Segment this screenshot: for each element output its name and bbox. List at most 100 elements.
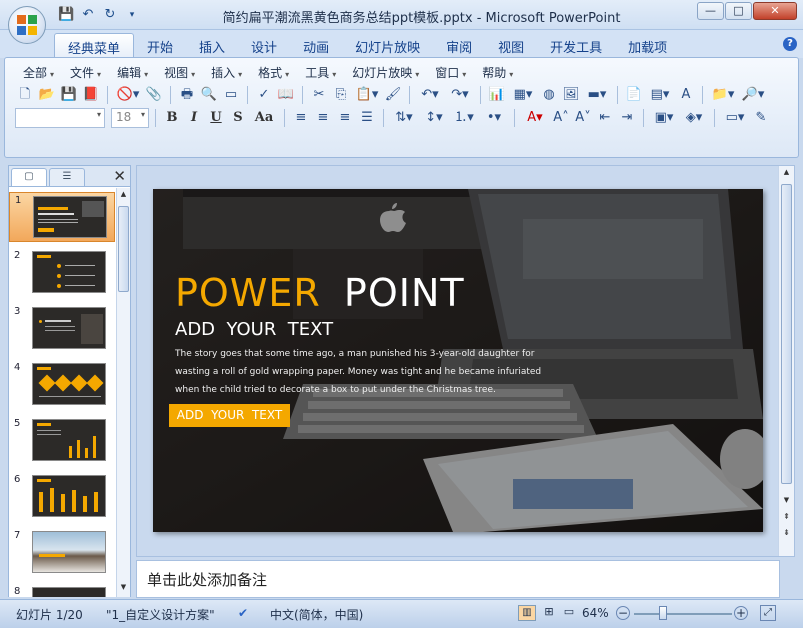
text-direction-icon[interactable]: ⇅▾	[390, 108, 418, 128]
bullets-icon[interactable]: •▾	[480, 108, 508, 128]
slide-scrollbar[interactable]: ▲ ▼ ⇞ ⇟	[778, 166, 794, 556]
next-slide-icon[interactable]: ⇟	[781, 528, 792, 542]
numbering-icon[interactable]: ⒈▾	[450, 108, 478, 128]
tab-animations[interactable]: 动画	[290, 33, 342, 58]
menu-slide-show[interactable]: 幻灯片放映 ▾	[344, 62, 427, 83]
tab-slide-show[interactable]: 幻灯片放映	[342, 33, 433, 58]
zoom-in-icon[interactable]: +	[734, 606, 748, 620]
print-icon[interactable]: 🖶	[177, 85, 197, 105]
tab-review[interactable]: 审阅	[433, 33, 485, 58]
zoom-level[interactable]: 64%	[582, 606, 609, 620]
quick-styles-icon[interactable]: ◈▾	[680, 108, 708, 128]
justify-icon[interactable]: ☰	[357, 108, 377, 128]
tab-classic-menu[interactable]: 经典菜单	[54, 33, 135, 58]
maximize-button[interactable]: □	[725, 2, 752, 20]
arrange-icon[interactable]: ▣▾	[650, 108, 678, 128]
slide-thumbnail[interactable]: 7	[9, 528, 115, 578]
tab-design[interactable]: 设计	[238, 33, 290, 58]
redo-icon[interactable]: ↷▾	[446, 85, 474, 105]
menu-window[interactable]: 窗口 ▾	[427, 62, 474, 83]
slide-thumbnail[interactable]: 4	[9, 360, 115, 410]
menu-view[interactable]: 视图 ▾	[156, 62, 203, 83]
table-icon[interactable]: ▦▾	[509, 85, 537, 105]
slide-thumbnail[interactable]: 2	[9, 248, 115, 298]
new-slide-icon[interactable]: 📄	[624, 85, 644, 105]
line-spacing-icon[interactable]: ↕▾	[420, 108, 448, 128]
close-button[interactable]: ✕	[753, 2, 797, 20]
scroll-thumb[interactable]	[118, 206, 129, 292]
menu-all[interactable]: 全部 ▾	[15, 62, 62, 83]
copy-icon[interactable]: ⎘	[331, 85, 351, 105]
new-icon[interactable]: 🗋	[15, 85, 35, 105]
font-color-icon[interactable]: A▾	[521, 108, 549, 128]
font-name-combo[interactable]: ▾	[15, 108, 105, 128]
slide-thumbnail[interactable]: 5	[9, 416, 115, 466]
slide-thumbnail[interactable]: 3	[9, 304, 115, 354]
paste-icon[interactable]: 📋▾	[353, 85, 381, 105]
open-icon[interactable]: 📂	[37, 85, 57, 105]
spell-check-icon[interactable]: ✔	[238, 606, 248, 620]
tab-insert[interactable]: 插入	[186, 33, 238, 58]
scroll-thumb[interactable]	[781, 184, 792, 484]
slide-sorter-icon[interactable]: ⊞	[540, 605, 558, 621]
undo-icon[interactable]: ↶▾	[416, 85, 444, 105]
minimize-button[interactable]: —	[697, 2, 724, 20]
underline-button[interactable]: U	[206, 108, 226, 128]
research-icon[interactable]: 📖	[276, 85, 296, 105]
format-painter-icon[interactable]: 🖌	[383, 85, 403, 105]
menu-tools[interactable]: 工具 ▾	[297, 62, 344, 83]
shrink-font-icon[interactable]: A˅	[573, 108, 593, 128]
print-preview-icon[interactable]: 🔍	[199, 85, 219, 105]
normal-view-icon[interactable]: ▥	[518, 605, 536, 621]
language-indicator[interactable]: 中文(简体，中国)	[270, 606, 363, 623]
menu-insert[interactable]: 插入 ▾	[203, 62, 250, 83]
zoom-out-icon[interactable]: −	[616, 606, 630, 620]
align-center-icon[interactable]: ≡	[313, 108, 333, 128]
save-icon[interactable]: 💾	[59, 85, 79, 105]
save-as-pdf-icon[interactable]: 📕	[81, 85, 101, 105]
close-pane-icon[interactable]: ✕	[113, 167, 126, 185]
decrease-indent-icon[interactable]: ⇤	[595, 108, 615, 128]
tab-add-ins[interactable]: 加载项	[615, 33, 680, 58]
previous-slide-icon[interactable]: ⇞	[781, 512, 792, 526]
layout-icon[interactable]: ▤▾	[646, 85, 674, 105]
slide-thumbnail[interactable]: 6	[9, 472, 115, 522]
zoom-slider-thumb[interactable]	[659, 606, 667, 620]
shape-outline-icon[interactable]: ✎	[751, 108, 771, 128]
find-icon[interactable]: 🔎▾	[739, 85, 767, 105]
thumbnail-scrollbar[interactable]: ▲ ▼	[116, 188, 130, 597]
slide-thumbnail[interactable]: 1	[9, 192, 115, 242]
outline-tab-icon[interactable]: ☰	[49, 168, 85, 186]
help-icon[interactable]: ?	[783, 37, 797, 51]
notes-pane[interactable]: 单击此处添加备注	[136, 560, 780, 598]
align-left-icon[interactable]: ≡	[291, 108, 311, 128]
slide-show-icon[interactable]: ▭	[560, 605, 578, 621]
slides-tab-icon[interactable]: ▢	[11, 168, 47, 186]
tab-developer[interactable]: 开发工具	[537, 33, 615, 58]
grow-font-icon[interactable]: A˄	[551, 108, 571, 128]
scroll-up-icon[interactable]: ▲	[781, 168, 792, 180]
align-right-icon[interactable]: ≡	[335, 108, 355, 128]
folder-icon[interactable]: 📁▾	[709, 85, 737, 105]
picture-icon[interactable]: 🖼	[561, 85, 581, 105]
slide-canvas[interactable]: POWER POINT ADD YOUR TEXT The story goes…	[153, 189, 763, 532]
italic-button[interactable]: I	[184, 108, 204, 128]
zoom-slider-track[interactable]	[634, 613, 732, 615]
spelling-icon[interactable]: ✓	[254, 85, 274, 105]
font-size-combo[interactable]: 18 ▾	[111, 108, 149, 128]
fit-to-window-icon[interactable]: ⤢	[760, 605, 776, 621]
scroll-up-icon[interactable]: ▲	[118, 190, 129, 202]
bold-button[interactable]: B	[162, 108, 182, 128]
tab-view[interactable]: 视图	[485, 33, 537, 58]
menu-help[interactable]: 帮助 ▾	[474, 62, 521, 83]
cut-icon[interactable]: ✂	[309, 85, 329, 105]
menu-edit[interactable]: 编辑 ▾	[109, 62, 156, 83]
chart-icon[interactable]: 📊	[487, 85, 507, 105]
text-box-icon[interactable]: A	[676, 85, 696, 105]
shape-fill-icon[interactable]: ▭▾	[721, 108, 749, 128]
shape-icon[interactable]: ▬▾	[583, 85, 611, 105]
permission-icon[interactable]: 🚫▾	[114, 85, 142, 105]
view-icon[interactable]: ▭	[221, 85, 241, 105]
scroll-down-icon[interactable]: ▼	[118, 583, 129, 595]
menu-format[interactable]: 格式 ▾	[250, 62, 297, 83]
